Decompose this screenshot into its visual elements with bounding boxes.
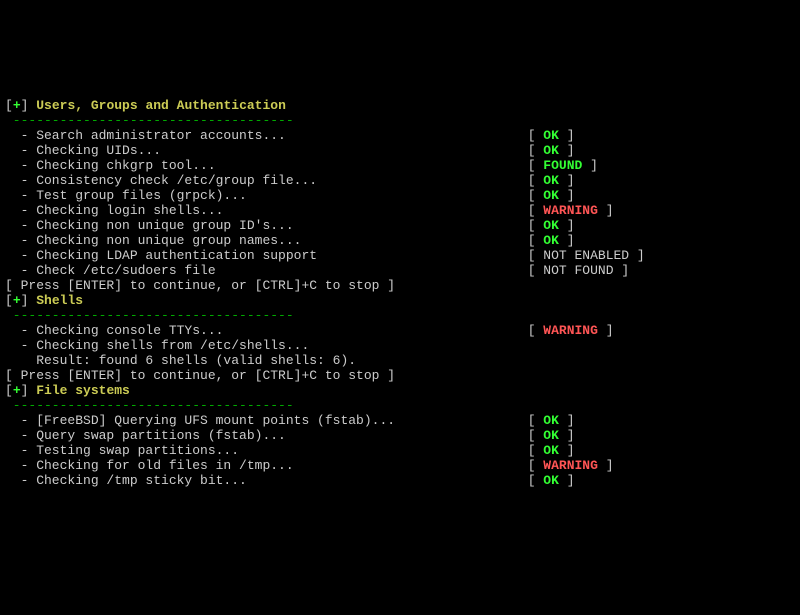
check-status: OK	[543, 413, 559, 428]
plus-icon: +	[13, 98, 21, 113]
check-item: - Checking shells from /etc/shells...	[5, 338, 795, 353]
check-label: - Checking UIDs...	[5, 143, 528, 158]
check-status: WARNING	[543, 203, 598, 218]
check-status: OK	[543, 188, 559, 203]
section-title: File systems	[36, 383, 130, 398]
section-header: [+] Users, Groups and Authentication	[5, 98, 795, 113]
check-label: - [FreeBSD] Querying UFS mount points (f…	[5, 413, 528, 428]
check-label: - Checking non unique group ID's...	[5, 218, 528, 233]
check-status: OK	[543, 218, 559, 233]
section-title: Shells	[36, 293, 83, 308]
check-item: - Consistency check /etc/group file... […	[5, 173, 795, 188]
continue-prompt: [ Press [ENTER] to continue, or [CTRL]+C…	[5, 278, 795, 293]
check-item: - Checking chkgrp tool... [ FOUND ]	[5, 158, 795, 173]
check-status: NOT ENABLED	[543, 248, 629, 263]
check-status: OK	[543, 443, 559, 458]
section-title: Users, Groups and Authentication	[36, 98, 286, 113]
divider: ------------------------------------	[5, 308, 795, 323]
check-label: - Checking console TTYs...	[5, 323, 528, 338]
check-item: - Checking UIDs... [ OK ]	[5, 143, 795, 158]
check-status: OK	[543, 143, 559, 158]
check-label: - Search administrator accounts...	[5, 128, 528, 143]
check-label: - Checking /tmp sticky bit...	[5, 473, 528, 488]
section-header: [+] Shells	[5, 293, 795, 308]
check-label: - Check /etc/sudoers file	[5, 263, 528, 278]
check-label: - Testing swap partitions...	[5, 443, 528, 458]
check-item: - [FreeBSD] Querying UFS mount points (f…	[5, 413, 795, 428]
section-header: [+] File systems	[5, 383, 795, 398]
check-label: - Checking shells from /etc/shells...	[5, 338, 309, 353]
check-label: - Checking LDAP authentication support	[5, 248, 528, 263]
terminal: [+] Users, Groups and Authentication ---…	[0, 88, 800, 493]
divider: ------------------------------------	[5, 113, 795, 128]
check-status: WARNING	[543, 458, 598, 473]
check-item: - Check /etc/sudoers file [ NOT FOUND ]	[5, 263, 795, 278]
check-status: OK	[543, 128, 559, 143]
check-label: - Checking for old files in /tmp...	[5, 458, 528, 473]
check-status: OK	[543, 233, 559, 248]
check-label: - Test group files (grpck)...	[5, 188, 528, 203]
check-item: - Query swap partitions (fstab)... [ OK …	[5, 428, 795, 443]
check-item: - Checking LDAP authentication support […	[5, 248, 795, 263]
check-item: - Search administrator accounts... [ OK …	[5, 128, 795, 143]
check-status: FOUND	[543, 158, 582, 173]
check-item: - Checking non unique group ID's... [ OK…	[5, 218, 795, 233]
continue-prompt: [ Press [ENTER] to continue, or [CTRL]+C…	[5, 368, 795, 383]
check-label: - Query swap partitions (fstab)...	[5, 428, 528, 443]
check-status: OK	[543, 428, 559, 443]
check-item: - Checking non unique group names... [ O…	[5, 233, 795, 248]
divider: ------------------------------------	[5, 398, 795, 413]
check-item: - Checking /tmp sticky bit... [ OK ]	[5, 473, 795, 488]
check-status: NOT FOUND	[543, 263, 613, 278]
check-item: - Checking login shells... [ WARNING ]	[5, 203, 795, 218]
plus-icon: +	[13, 383, 21, 398]
check-item: - Checking console TTYs... [ WARNING ]	[5, 323, 795, 338]
check-item: - Testing swap partitions... [ OK ]	[5, 443, 795, 458]
check-status: OK	[543, 473, 559, 488]
check-item: - Test group files (grpck)... [ OK ]	[5, 188, 795, 203]
check-label: - Checking non unique group names...	[5, 233, 528, 248]
check-label: - Consistency check /etc/group file...	[5, 173, 528, 188]
check-item: - Checking for old files in /tmp... [ WA…	[5, 458, 795, 473]
check-extra: Result: found 6 shells (valid shells: 6)…	[5, 353, 795, 368]
check-label: - Checking login shells...	[5, 203, 528, 218]
check-status: OK	[543, 173, 559, 188]
plus-icon: +	[13, 293, 21, 308]
check-label: - Checking chkgrp tool...	[5, 158, 528, 173]
check-status: WARNING	[543, 323, 598, 338]
